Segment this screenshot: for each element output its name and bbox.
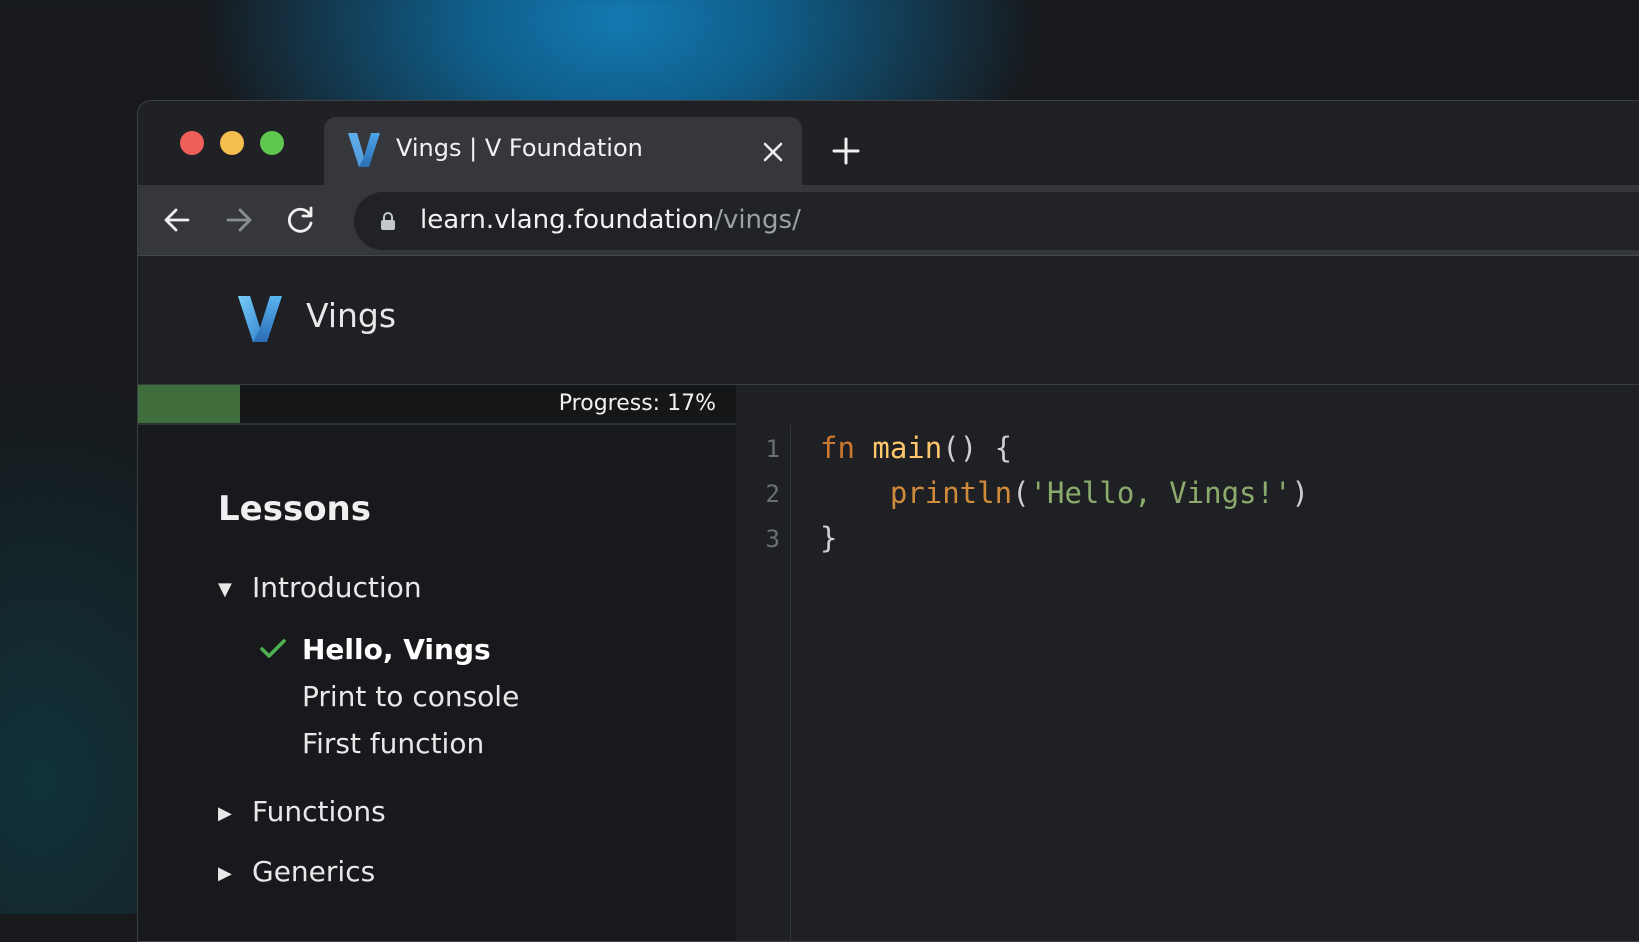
lesson-first-function[interactable]: First function	[302, 727, 484, 760]
lock-icon	[381, 212, 395, 230]
url-path: /vings/	[714, 205, 801, 235]
caret-right-icon: ▶	[218, 802, 232, 824]
code-token: () {	[942, 431, 1013, 465]
tab-title: Vings | V Foundation	[396, 134, 643, 162]
code-token: (	[1012, 476, 1030, 510]
url-host: learn.vlang.foundation	[420, 205, 715, 235]
code-token: println	[889, 476, 1013, 510]
close-window-button[interactable]	[180, 131, 204, 155]
progress-label: Progress: 17%	[558, 391, 716, 416]
caret-down-icon: ▼	[218, 578, 232, 600]
app-header: Vings	[138, 256, 1639, 385]
v-logo-icon	[348, 133, 380, 167]
code-token: )	[1291, 476, 1309, 510]
reload-icon[interactable]	[286, 205, 316, 235]
section-label: Generics	[252, 855, 376, 888]
code-token: 'Hello, Vings!'	[1029, 476, 1292, 510]
plus-icon[interactable]	[832, 137, 860, 165]
arrow-right-icon[interactable]	[224, 205, 254, 235]
lessons-heading: Lessons	[218, 489, 371, 529]
lessons-sidebar: Progress: 17% Lessons ▼ Introduction Hell…	[138, 385, 736, 941]
code-token: main	[872, 431, 943, 465]
code-line[interactable]: }	[820, 521, 837, 555]
lesson-hello-vings[interactable]: Hello, Vings	[302, 633, 491, 666]
progress-fill	[138, 385, 240, 423]
brand-name[interactable]: Vings	[306, 296, 396, 335]
url-text[interactable]: learn.vlang.foundation/vings/	[420, 205, 801, 235]
browser-window: Vings | V Foundation learn.vlang.foundat…	[137, 100, 1639, 942]
section-generics[interactable]: ▶ Generics	[218, 855, 375, 888]
progress-bar: Progress: 17%	[138, 385, 736, 425]
maximize-window-button[interactable]	[260, 131, 284, 155]
close-icon[interactable]	[762, 141, 784, 163]
arrow-left-icon[interactable]	[162, 205, 192, 235]
section-functions[interactable]: ▶ Functions	[218, 795, 386, 828]
browser-tab[interactable]: Vings | V Foundation	[324, 117, 802, 185]
code-line[interactable]: println('Hello, Vings!')	[820, 476, 1309, 510]
caret-right-icon: ▶	[218, 862, 232, 884]
line-number-gutter: 1 2 3	[736, 425, 791, 941]
code-token: }	[820, 521, 838, 555]
code-line[interactable]: fn main() {	[820, 431, 1012, 465]
section-label: Introduction	[252, 571, 422, 604]
section-label: Functions	[252, 795, 386, 828]
line-number: 1	[765, 435, 780, 463]
code-token: fn	[820, 431, 855, 465]
check-icon	[260, 639, 286, 658]
address-bar[interactable]: learn.vlang.foundation/vings/	[354, 192, 1639, 250]
browser-toolbar: learn.vlang.foundation/vings/	[138, 185, 1639, 256]
line-number: 3	[765, 525, 780, 553]
code-editor[interactable]: 1 2 3 fn main() { println('Hello, Vings!…	[736, 385, 1639, 941]
minimize-window-button[interactable]	[220, 131, 244, 155]
lesson-print-to-console[interactable]: Print to console	[302, 680, 519, 713]
line-number: 2	[765, 480, 780, 508]
title-bar: Vings | V Foundation	[138, 101, 1639, 185]
v-logo-icon[interactable]	[238, 296, 282, 342]
section-introduction[interactable]: ▼ Introduction	[218, 571, 422, 604]
